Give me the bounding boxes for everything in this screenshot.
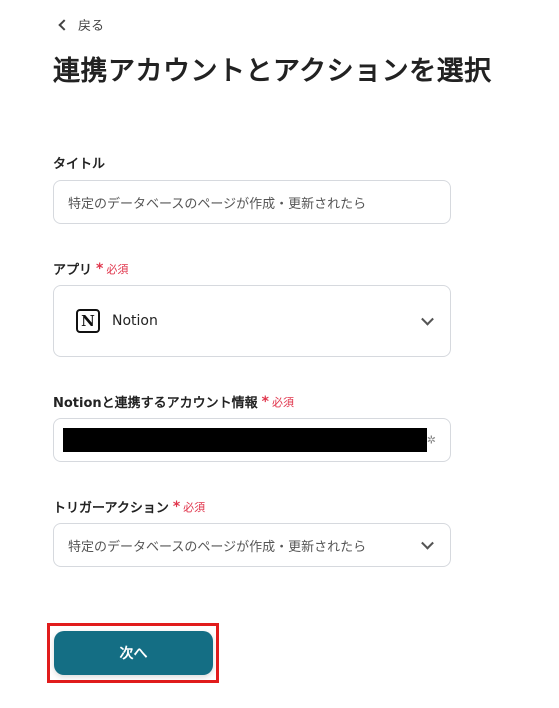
- account-field-label: Notionと連携するアカウント情報 * 必須: [53, 392, 294, 412]
- trigger-select[interactable]: 特定のデータベースのページが作成・更新されたら: [53, 523, 451, 567]
- title-field-label-text: タイトル: [53, 157, 106, 172]
- asterisk-icon: *: [96, 260, 104, 277]
- trigger-field-label: トリガーアクション * 必須: [53, 497, 205, 517]
- required-badge: * 必須: [173, 499, 205, 515]
- chevron-left-icon: [58, 19, 70, 31]
- asterisk-icon: *: [172, 498, 181, 515]
- title-field-label: タイトル: [53, 153, 105, 172]
- required-label: 必須: [272, 395, 294, 409]
- account-field-label-text: Notionと連携するアカウント情報: [53, 396, 258, 411]
- title-input[interactable]: 特定のデータベースのページが作成・更新されたら: [53, 180, 451, 224]
- app-select[interactable]: N Notion: [53, 285, 451, 357]
- asterisk-icon: *: [261, 393, 269, 410]
- required-label: 必須: [106, 262, 129, 276]
- chevron-down-icon: [421, 536, 434, 550]
- app-field-label-text: アプリ: [53, 263, 93, 278]
- app-field-label: アプリ * 必須: [53, 259, 128, 279]
- required-label: 必須: [183, 500, 206, 514]
- page-title: 連携アカウントとアクションを選択: [53, 56, 492, 87]
- trigger-field-label-text: トリガーアクション: [53, 501, 169, 516]
- redacted-account: [63, 428, 427, 452]
- notion-icon: N: [76, 309, 100, 333]
- next-button-highlight: 次へ: [47, 623, 219, 683]
- back-link-label: 戻る: [78, 19, 105, 34]
- chevron-down-icon: [421, 312, 434, 326]
- trigger-select-value: 特定のデータベースのページが作成・更新されたら: [68, 539, 367, 555]
- required-badge: * 必須: [96, 261, 128, 277]
- account-select[interactable]: ✲: [53, 418, 451, 462]
- app-select-value: Notion: [112, 313, 158, 329]
- title-input-value: 特定のデータベースのページが作成・更新されたら: [68, 196, 367, 212]
- required-badge: * 必須: [262, 394, 294, 410]
- next-button[interactable]: 次へ: [54, 631, 213, 675]
- back-link[interactable]: 戻る: [58, 15, 105, 34]
- settings-icon[interactable]: ✲: [427, 434, 436, 447]
